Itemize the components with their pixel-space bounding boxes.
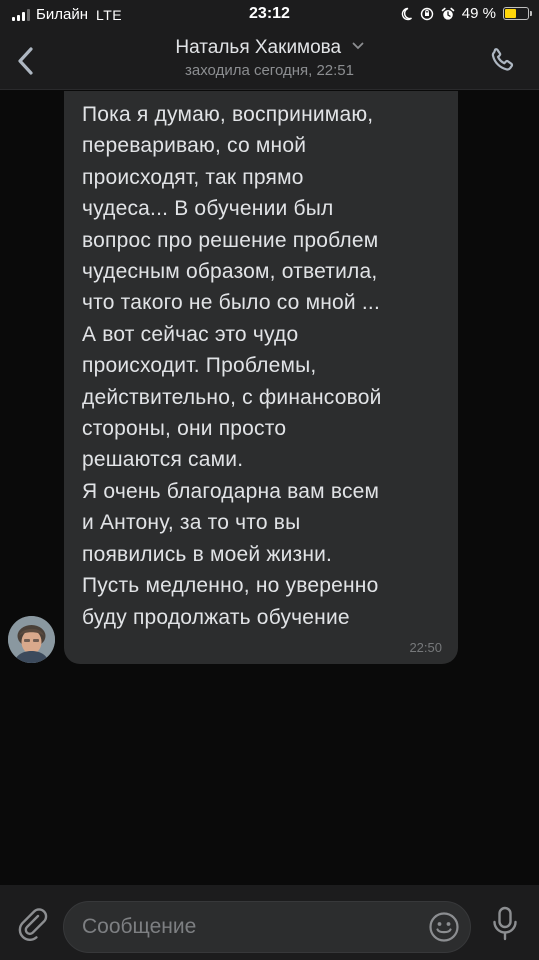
- battery-icon: [503, 7, 532, 20]
- message-line: происходит. Проблемы,: [82, 354, 317, 378]
- phone-icon[interactable]: [487, 46, 517, 76]
- message-line: Пусть медленно, но уверенно: [82, 574, 379, 598]
- microphone-icon[interactable]: [490, 905, 520, 943]
- paperclip-icon[interactable]: [16, 907, 50, 941]
- message-line: Я очень благодарна вам всем: [82, 479, 380, 503]
- message-line: действительно, с финансовой: [82, 385, 382, 409]
- message-composer: Сообщение: [0, 885, 539, 960]
- message-line: стороны, они просто: [82, 417, 287, 441]
- message-text: Пока я думаю, воспринимаю, перевариваю, с…: [82, 99, 440, 633]
- message-line: перевариваю, со мной: [82, 134, 307, 158]
- message-line: А вот сейчас это чудо: [82, 322, 299, 346]
- message-line: что такого не было со мной ...: [82, 291, 380, 315]
- avatar[interactable]: [8, 616, 55, 663]
- battery-level: [505, 9, 516, 18]
- message-line: чудесным образом, ответила,: [82, 260, 378, 284]
- message-time: 22:50: [409, 640, 442, 655]
- contact-name[interactable]: Наталья Хакимова: [175, 37, 341, 59]
- chat-header: Наталья Хакимова заходила сегодня, 22:51: [0, 30, 539, 90]
- moon-icon: [401, 7, 412, 20]
- message-line: буду продолжать обучение: [82, 605, 350, 629]
- last-seen-status: заходила сегодня, 22:51: [185, 62, 354, 79]
- message-line: появились в моей жизни.: [82, 542, 333, 566]
- status-bar: Билайн LTE 23:12 49 %: [0, 0, 539, 30]
- status-right: 49 %: [399, 5, 532, 22]
- message-input-placeholder: Сообщение: [82, 915, 197, 938]
- avatar-photo: [8, 616, 55, 663]
- message-line: вопрос про решение проблем: [82, 228, 379, 252]
- message-line: чудеса... В обучении был: [82, 197, 334, 221]
- message-line: решаются сами.: [82, 448, 244, 472]
- message-list[interactable]: Пока я думаю, воспринимаю, перевариваю, с…: [0, 91, 539, 885]
- message-input[interactable]: Сообщение: [63, 901, 471, 953]
- message-line: и Антону, за то что вы: [82, 511, 301, 535]
- chat-title[interactable]: Наталья Хакимова заходила сегодня, 22:51: [0, 37, 539, 79]
- smile-icon[interactable]: [428, 911, 460, 943]
- message-bubble[interactable]: Пока я думаю, воспринимаю, перевариваю, с…: [64, 91, 458, 664]
- chevron-down-icon[interactable]: [352, 42, 364, 50]
- message-line: Пока я думаю, воспринимаю,: [82, 103, 374, 126]
- alarm-icon: [441, 7, 455, 20]
- message-line: происходят, так прямо: [82, 165, 304, 189]
- battery-percent: 49 %: [461, 5, 496, 22]
- orientation-lock-icon: [420, 7, 433, 20]
